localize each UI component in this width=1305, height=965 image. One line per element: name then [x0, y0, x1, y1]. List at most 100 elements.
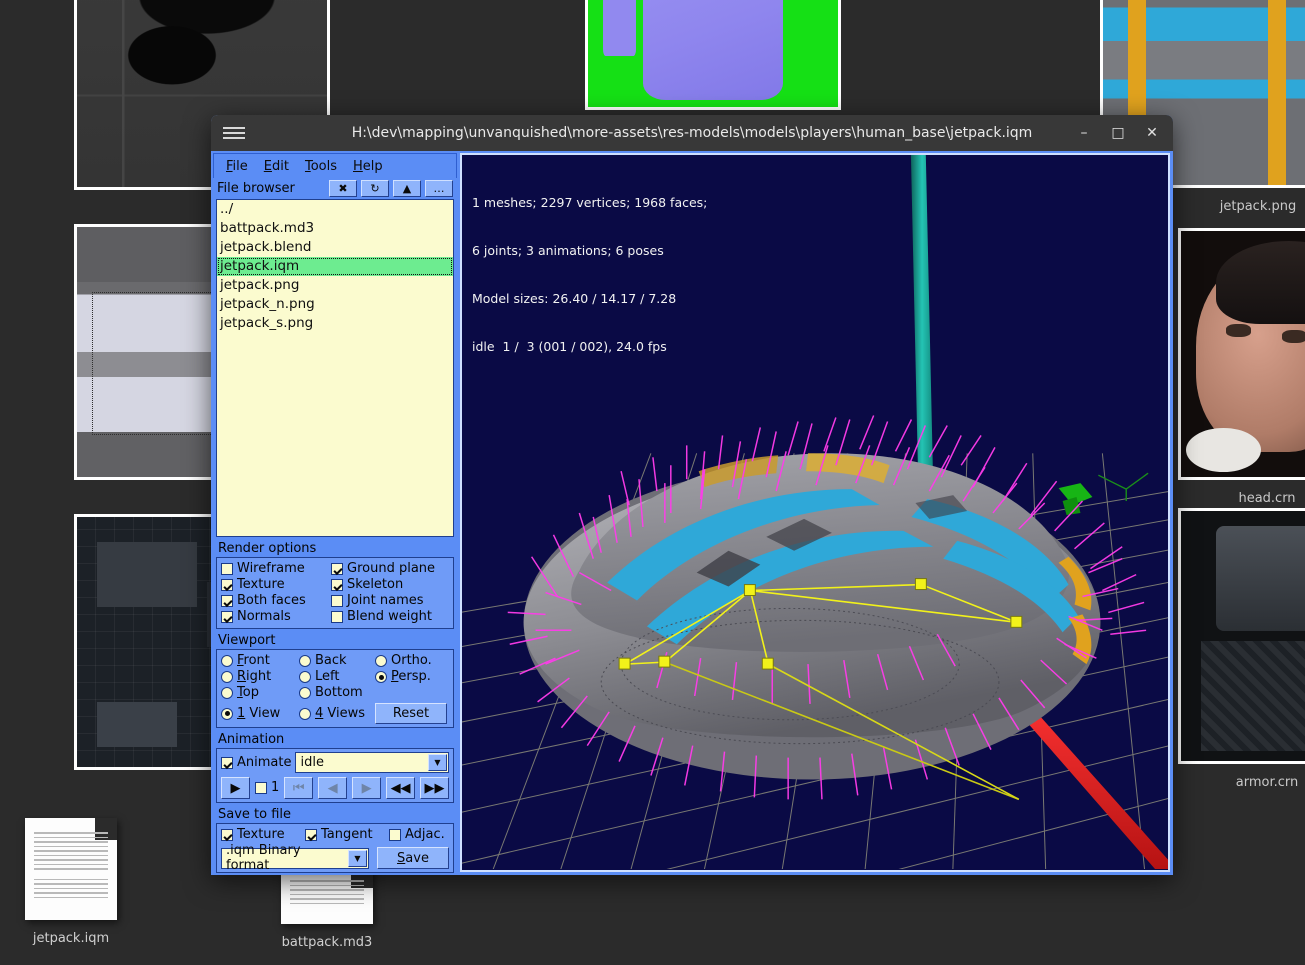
list-item[interactable]: ../ — [217, 200, 453, 219]
checkbox-save-texture[interactable]: Texture — [221, 827, 305, 843]
refresh-icon[interactable]: ↻ — [361, 180, 389, 197]
list-item[interactable]: jetpack_n.png — [217, 295, 453, 314]
checkbox-label: Normals — [237, 609, 291, 624]
radio-label: Left — [315, 669, 340, 684]
checkbox-blend-weight[interactable]: Blend weight — [331, 609, 432, 625]
checkbox-save-tangent[interactable]: Tangent — [305, 827, 389, 843]
list-item[interactable]: jetpack.blend — [217, 238, 453, 257]
thumbnail-label: armor.crn — [1235, 775, 1299, 790]
checkbox-box — [221, 829, 233, 841]
radio-accel: R — [237, 669, 247, 684]
list-item[interactable]: jetpack.png — [217, 276, 453, 295]
save-format-select[interactable]: .iqm Binary format ▼ — [221, 843, 369, 873]
checkbox-box — [254, 782, 267, 794]
minimize-icon[interactable]: – — [1067, 116, 1101, 150]
menu-item-file[interactable]: File — [220, 158, 254, 175]
checkbox-box — [389, 829, 401, 841]
radio-dot — [299, 671, 311, 683]
file-icon-label: jetpack.iqm — [32, 931, 110, 946]
checkbox-joint-names[interactable]: Joint names — [331, 593, 424, 609]
viewport-options-group: Viewport Front Back Ortho. Right Left Pe… — [216, 632, 454, 728]
checkbox-animate[interactable]: Animate — [221, 755, 291, 771]
save-button[interactable]: Save — [377, 847, 449, 869]
radio-dot — [299, 655, 311, 667]
file-browser-header: File browser ✖ ↻ ▲ … — [213, 178, 457, 199]
checkbox-label: Texture — [237, 827, 285, 842]
3d-viewport[interactable]: 1 meshes; 2297 vertices; 1968 faces; 6 j… — [460, 153, 1170, 872]
checkbox-wireframe[interactable]: Wireframe — [221, 561, 331, 577]
menu-item-edit[interactable]: Edit — [258, 158, 295, 175]
play-button[interactable]: ▶ — [221, 777, 250, 799]
thumbnail-frame — [1178, 508, 1305, 764]
checkbox-label: Adjac. — [405, 827, 445, 842]
animation-body: Animate idle ▼ ▶ 1 ⏮ ◀ ▶ ◀◀ ▶▶ — [216, 748, 454, 803]
radio-left[interactable]: Left — [299, 669, 375, 685]
checkbox-box — [331, 595, 343, 607]
animation-title: Animation — [218, 732, 285, 747]
prev-frame-button[interactable]: ◀ — [318, 777, 348, 799]
checkbox-texture[interactable]: Texture — [221, 577, 331, 593]
animation-select[interactable]: idle ▼ — [295, 752, 449, 773]
radio-dot — [375, 655, 387, 667]
save-label: ave — [405, 850, 429, 866]
first-frame-button[interactable]: ⏮ — [284, 777, 314, 799]
rewind-button[interactable]: ◀◀ — [386, 777, 416, 799]
thumbnail-armor-crn[interactable]: armor.crn — [1178, 508, 1305, 790]
title-bar: H:\dev\mapping\unvanquished\more-assets\… — [211, 115, 1173, 151]
list-item-selected[interactable]: jetpack.iqm — [217, 257, 453, 276]
checkbox-label: Skeleton — [347, 577, 404, 592]
browse-icon[interactable]: … — [425, 180, 453, 197]
checkbox-label: Texture — [237, 577, 285, 592]
menu-item-tools[interactable]: Tools — [299, 158, 343, 175]
radio-front[interactable]: Front — [221, 653, 299, 669]
thumbnail-label: jetpack.png — [1219, 199, 1297, 214]
checkbox-box — [331, 579, 343, 591]
animation-group: Animation Animate idle ▼ ▶ 1 ⏮ ◀ ▶ ◀◀ ▶▶ — [216, 731, 454, 803]
hamburger-icon[interactable] — [219, 127, 249, 139]
window-title: H:\dev\mapping\unvanquished\more-assets\… — [351, 125, 1033, 141]
thumbnail-jetpack-n-png[interactable] — [585, 0, 841, 110]
radio-dot — [221, 655, 233, 667]
radio-label: Views — [323, 705, 366, 721]
radio-top[interactable]: Top — [221, 685, 299, 701]
thumbnail-head-crn[interactable]: head.crn — [1178, 228, 1305, 506]
radio-four-views[interactable]: 4 Views — [299, 706, 375, 722]
checkbox-ground-plane[interactable]: Ground plane — [331, 561, 435, 577]
next-frame-button[interactable]: ▶ — [352, 777, 382, 799]
checkbox-loop[interactable]: 1 — [254, 780, 279, 796]
close-icon[interactable]: ✕ — [1135, 116, 1169, 150]
radio-dot — [299, 707, 311, 720]
maximize-icon[interactable]: □ — [1101, 116, 1135, 150]
file-browser-title: File browser — [217, 181, 295, 196]
radio-dot — [221, 671, 233, 683]
close-browser-icon[interactable]: ✖ — [329, 180, 357, 197]
info-line-sizes: Model sizes: 26.40 / 14.17 / 7.28 — [472, 291, 677, 306]
file-icon-jetpack-iqm[interactable]: jetpack.iqm — [25, 818, 117, 946]
checkbox-label: Animate — [237, 754, 292, 770]
model-viewer-window: H:\dev\mapping\unvanquished\more-assets\… — [211, 115, 1173, 875]
parent-dir-icon[interactable]: ▲ — [393, 180, 421, 197]
radio-one-view[interactable]: 1 View — [221, 706, 299, 722]
radio-right[interactable]: Right — [221, 669, 299, 685]
fast-forward-button[interactable]: ▶▶ — [420, 777, 449, 799]
list-item[interactable]: battpack.md3 — [217, 219, 453, 238]
radio-dot — [375, 671, 387, 683]
radio-label: op — [242, 685, 259, 700]
radio-bottom[interactable]: Bottom — [299, 685, 375, 701]
list-item[interactable]: jetpack_s.png — [217, 314, 453, 333]
checkbox-normals[interactable]: Normals — [221, 609, 331, 625]
checkbox-both-faces[interactable]: Both faces — [221, 593, 331, 609]
radio-label: ight — [246, 669, 272, 684]
radio-persp[interactable]: Persp. — [375, 669, 431, 685]
checkbox-save-adjacency[interactable]: Adjac. — [389, 827, 445, 843]
radio-back[interactable]: Back — [299, 653, 375, 669]
radio-dot — [221, 687, 233, 699]
menu-item-help[interactable]: Help — [347, 158, 389, 175]
checkbox-box — [331, 563, 343, 575]
save-format-value: .iqm Binary format — [226, 843, 301, 873]
reset-button[interactable]: Reset — [375, 703, 447, 724]
thumbnail-label: head.crn — [1238, 491, 1296, 506]
radio-ortho[interactable]: Ortho. — [375, 653, 432, 669]
file-list[interactable]: ../ battpack.md3 jetpack.blend jetpack.i… — [216, 199, 454, 537]
checkbox-skeleton[interactable]: Skeleton — [331, 577, 403, 593]
